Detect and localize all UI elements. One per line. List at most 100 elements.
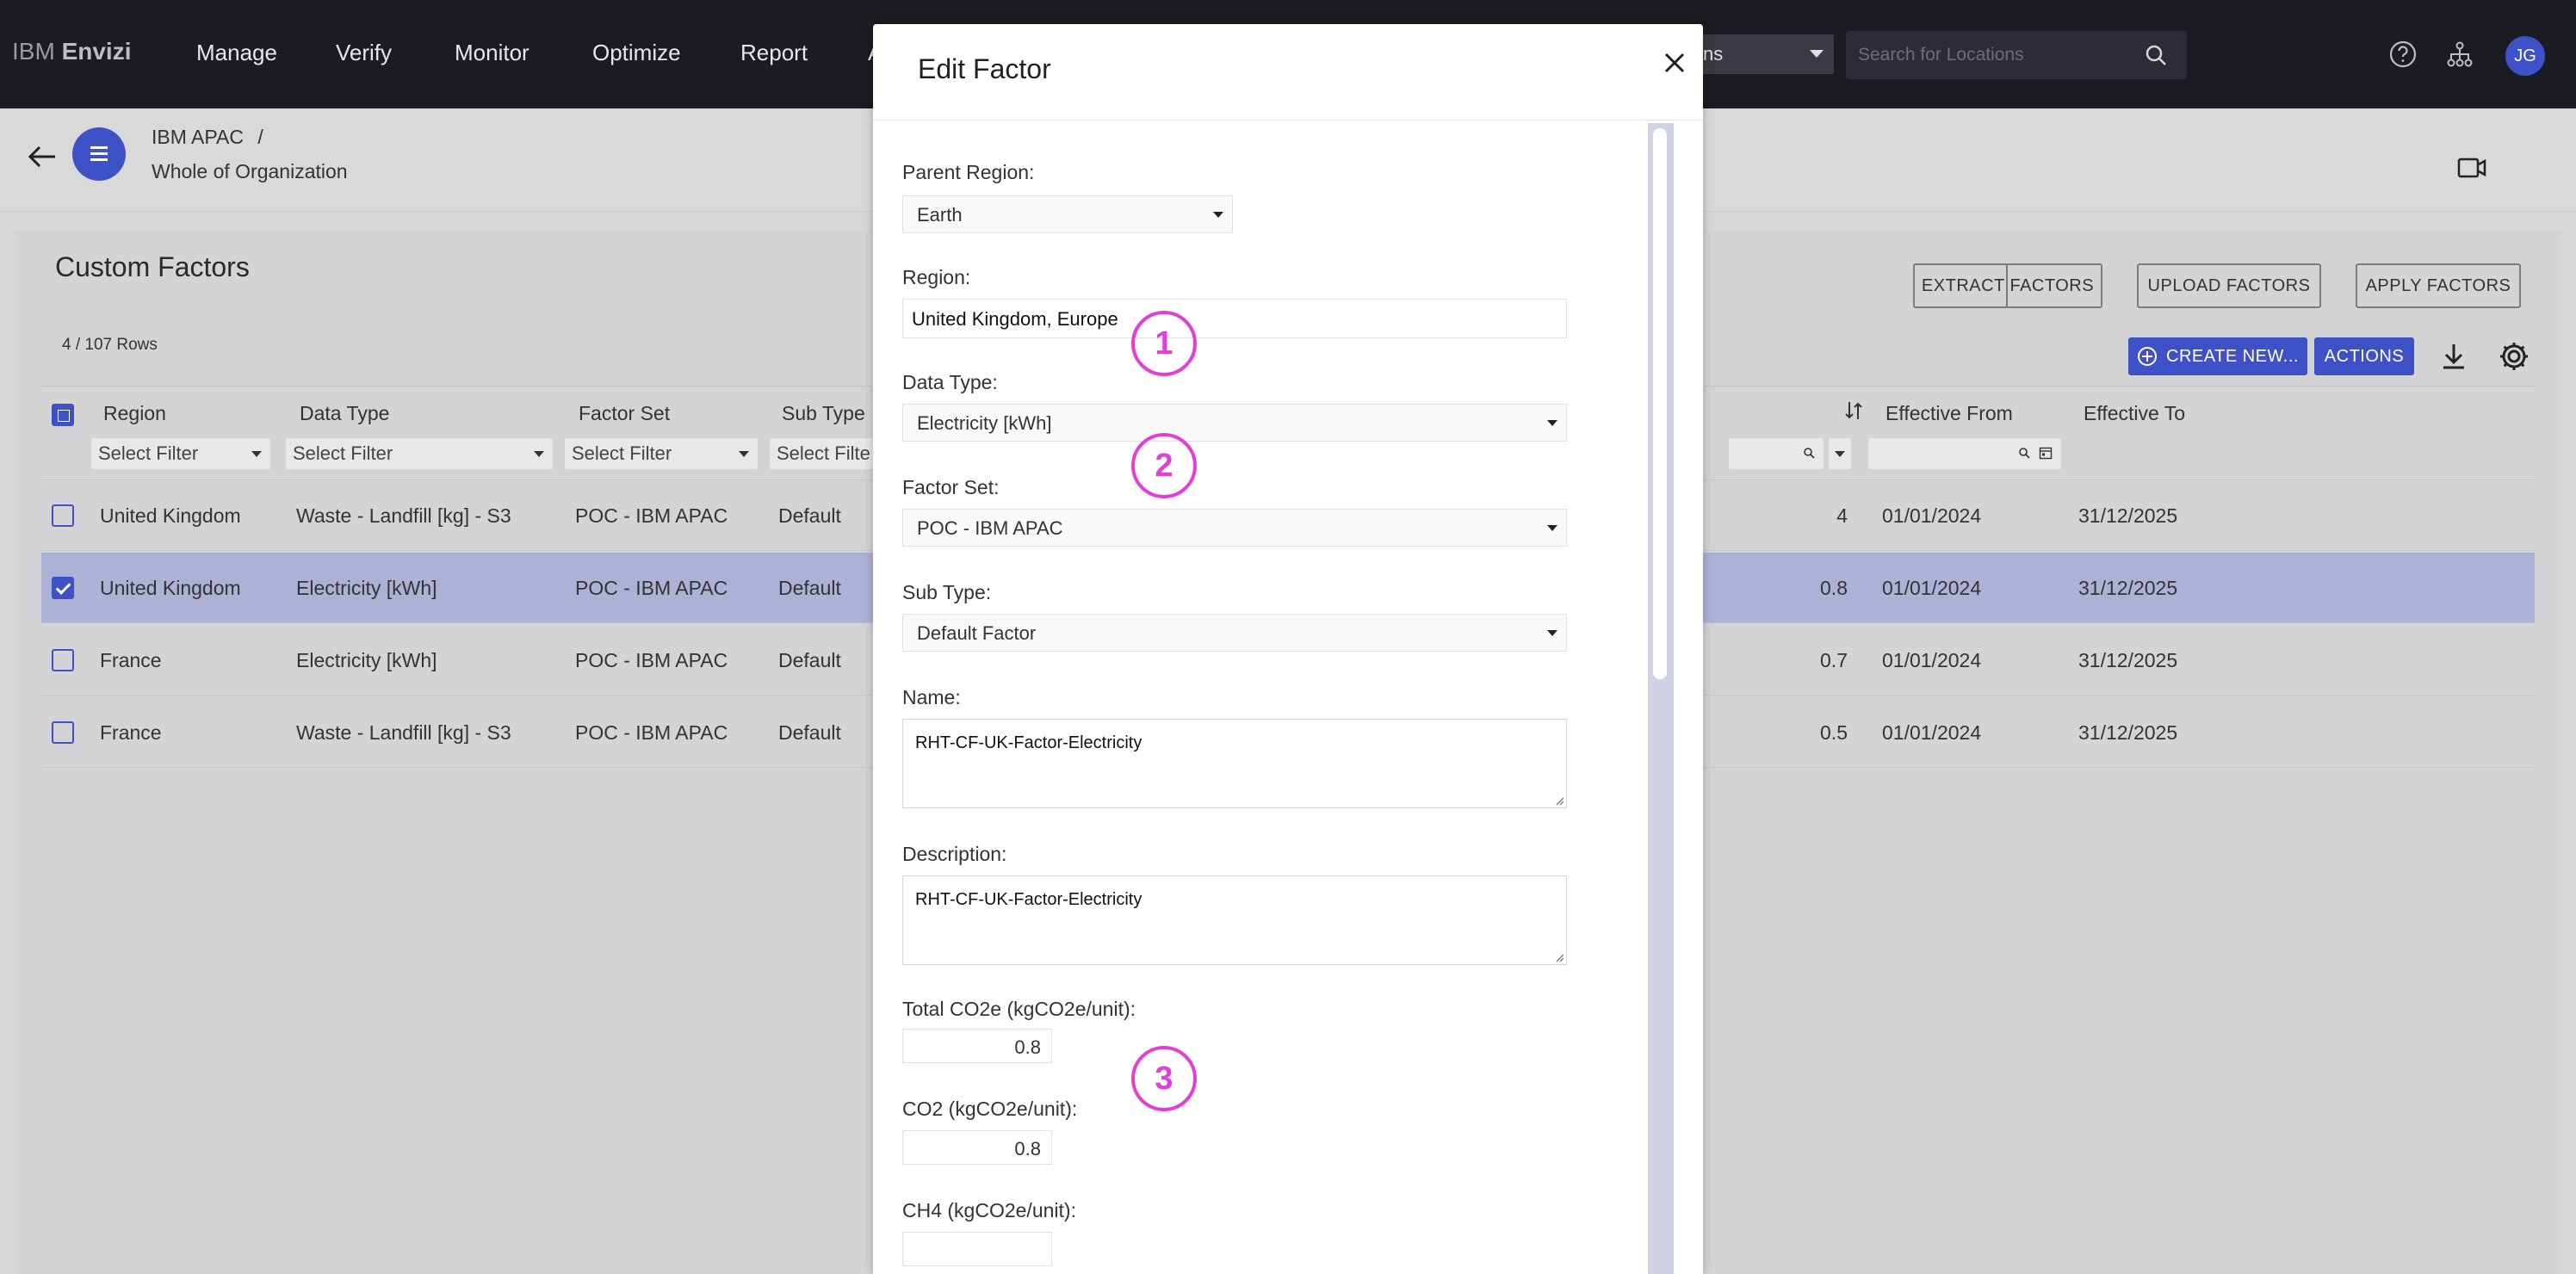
cell-sub-type: Default — [778, 649, 841, 671]
location-search-input[interactable] — [1858, 41, 2133, 69]
nav-item-manage[interactable]: Manage — [196, 40, 277, 66]
data-type-value: Electricity [kWh] — [917, 412, 1052, 434]
sub-type-label: Sub Type: — [902, 581, 992, 603]
filter-value-dropdown[interactable] — [1829, 438, 1851, 469]
location-type-value: ns — [1703, 43, 1724, 65]
column-header-data-type[interactable]: Data Type — [300, 402, 389, 425]
data-type-select[interactable]: Electricity [kWh] — [902, 404, 1567, 442]
hierarchy-icon[interactable] — [2445, 40, 2474, 69]
create-new-button[interactable]: CREATE NEW... — [2128, 337, 2307, 375]
annotation-callout-1: 1 — [1131, 311, 1197, 376]
rows-count: 4 / 107 Rows — [62, 336, 158, 354]
cell-effective-from: 01/01/2024 — [1882, 721, 1982, 744]
name-label: Name: — [902, 686, 961, 708]
co2-input[interactable]: 0.8 — [902, 1130, 1052, 1165]
calendar-icon[interactable] — [2039, 446, 2053, 460]
dialog-header: Edit Factor — [873, 24, 1703, 121]
cell-sub-type: Default — [778, 504, 841, 527]
factor-set-value: POC - IBM APAC — [917, 517, 1063, 539]
menu-line-icon — [90, 146, 108, 149]
ch4-input[interactable] — [902, 1232, 1052, 1266]
cell-effective-to: 31/12/2025 — [2078, 649, 2178, 671]
parent-region-select[interactable]: Earth — [902, 195, 1233, 233]
download-icon[interactable] — [2437, 339, 2471, 374]
cell-effective-to: 31/12/2025 — [2078, 504, 2178, 527]
cell-effective-from: 01/01/2024 — [1882, 649, 1982, 671]
select-all-checkbox[interactable] — [52, 404, 74, 426]
total-co2e-input[interactable]: 0.8 — [902, 1029, 1052, 1063]
column-header-region[interactable]: Region — [103, 402, 166, 425]
breadcrumb-scope[interactable]: Whole of Organization — [152, 160, 348, 183]
cell-factor-set: POC - IBM APAC — [575, 721, 728, 744]
user-avatar[interactable]: JG — [2505, 36, 2545, 76]
factor-set-label: Factor Set: — [902, 476, 1000, 498]
column-header-effective-from[interactable]: Effective From — [1886, 402, 2013, 425]
filter-data-type[interactable]: Select Filter — [286, 438, 553, 469]
extract-factors-button[interactable]: EXTRACT FACTORS — [1913, 263, 2102, 308]
close-icon[interactable] — [1660, 48, 1689, 77]
cell-factor-set: POC - IBM APAC — [575, 649, 728, 671]
cell-effective-from: 01/01/2024 — [1882, 504, 1982, 527]
nav-item-verify[interactable]: Verify — [336, 40, 392, 66]
column-header-sub-type[interactable]: Sub Type — [782, 402, 865, 425]
upload-factors-button[interactable]: UPLOAD FACTORS — [2137, 263, 2321, 308]
name-textarea[interactable]: RHT-CF-UK-Factor-Electricity — [902, 719, 1567, 808]
create-new-label: CREATE NEW... — [2166, 347, 2299, 366]
row-checkbox[interactable] — [52, 721, 74, 744]
region-field[interactable]: United Kingdom, Europe — [902, 299, 1567, 338]
row-checkbox[interactable] — [52, 649, 74, 671]
row-checkbox[interactable] — [52, 504, 74, 527]
cell-value: 0.5 — [1820, 721, 1848, 744]
search-icon — [2019, 448, 2030, 459]
factor-set-select[interactable]: POC - IBM APAC — [902, 509, 1567, 547]
scrollbar-thumb[interactable] — [1653, 128, 1667, 679]
location-search-box[interactable] — [1846, 31, 2187, 79]
cell-data-type: Electricity [kWh] — [296, 649, 437, 671]
row-checkbox[interactable] — [52, 577, 74, 599]
filter-effective-from[interactable] — [1868, 438, 2061, 469]
gear-icon[interactable] — [2497, 339, 2531, 374]
filter-factor-set[interactable]: Select Filter — [565, 438, 758, 469]
caret-down-icon — [534, 451, 544, 457]
annotation-callout-2: 2 — [1131, 433, 1197, 498]
caret-down-icon — [1810, 50, 1824, 58]
resize-grip-icon[interactable] — [1554, 952, 1564, 962]
description-textarea[interactable]: RHT-CF-UK-Factor-Electricity — [902, 875, 1567, 965]
nav-item-optimize[interactable]: Optimize — [592, 40, 681, 66]
page-title: Custom Factors — [55, 251, 250, 282]
video-icon[interactable] — [2457, 157, 2486, 179]
caret-down-icon — [1835, 451, 1845, 457]
column-header-effective-to[interactable]: Effective To — [2084, 402, 2185, 425]
location-type-select[interactable]: ns — [1696, 34, 1834, 74]
search-icon[interactable] — [2144, 43, 2168, 67]
dialog-scrollbar[interactable] — [1648, 123, 1674, 1274]
cell-region: France — [100, 721, 162, 744]
brand-logo[interactable]: IBM Envizi — [12, 38, 131, 65]
cell-sub-type: Default — [778, 721, 841, 744]
cell-factor-set: POC - IBM APAC — [575, 504, 728, 527]
caret-down-icon — [739, 451, 749, 457]
help-icon[interactable] — [2388, 40, 2418, 69]
apply-factors-button[interactable]: APPLY FACTORS — [2356, 263, 2521, 308]
caret-down-icon — [1547, 525, 1557, 531]
column-header-factor-set[interactable]: Factor Set — [579, 402, 670, 425]
annotation-callout-3: 3 — [1131, 1046, 1197, 1111]
cell-region: United Kingdom — [100, 504, 241, 527]
cell-effective-from: 01/01/2024 — [1882, 577, 1982, 599]
parent-region-label: Parent Region: — [902, 161, 1035, 183]
hamburger-menu-button[interactable] — [72, 127, 126, 181]
filter-region[interactable]: Select Filter — [91, 438, 270, 469]
nav-item-report[interactable]: Report — [740, 40, 808, 66]
sort-icon[interactable] — [1844, 400, 1863, 421]
search-icon — [1804, 448, 1815, 459]
resize-grip-icon[interactable] — [1554, 795, 1564, 806]
nav-item-monitor[interactable]: Monitor — [455, 40, 529, 66]
sub-type-select[interactable]: Default Factor — [902, 614, 1567, 652]
filter-value[interactable] — [1729, 438, 1824, 469]
filter-region-label: Select Filter — [98, 442, 199, 464]
parent-region-value: Earth — [917, 204, 963, 226]
breadcrumb-org[interactable]: IBM APAC / — [152, 126, 263, 149]
back-arrow-icon[interactable] — [26, 141, 59, 172]
actions-button[interactable]: ACTIONS — [2314, 337, 2414, 375]
caret-down-icon — [1547, 420, 1557, 426]
